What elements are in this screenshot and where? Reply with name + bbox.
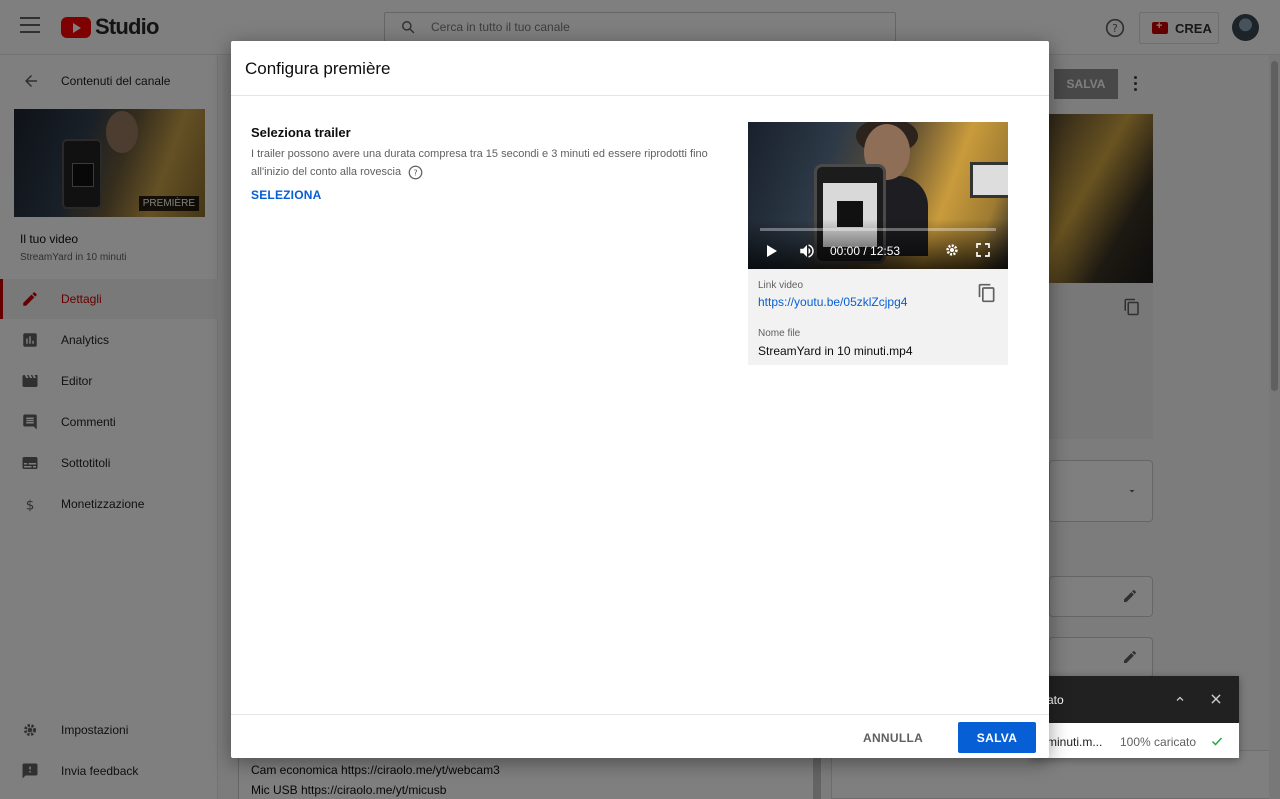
video-player[interactable]: 00:00 / 12:53 xyxy=(748,122,1008,269)
trailer-description-text: I trailer possono avere una durata compr… xyxy=(251,148,708,178)
trailer-section-title: Seleziona trailer xyxy=(251,125,351,140)
dialog-header: Configura première xyxy=(231,41,1049,96)
file-name-label: Nome file xyxy=(758,328,801,339)
file-name-value: StreamYard in 10 minuti.mp4 xyxy=(758,344,913,358)
check-icon xyxy=(1211,737,1223,746)
player-progress-bar[interactable] xyxy=(760,228,996,231)
video-frame-monitor xyxy=(970,162,1008,198)
dialog-footer: ANNULLA SALVA xyxy=(231,714,1049,758)
upload-status: 100% caricato xyxy=(1120,735,1197,749)
player-time: 00:00 / 12:53 xyxy=(830,244,901,258)
upload-panel-title: ato xyxy=(1047,693,1064,707)
cancel-button[interactable]: ANNULLA xyxy=(863,731,923,745)
trailer-section-description: I trailer possono avere una durata compr… xyxy=(251,145,721,181)
upload-panel-header: ato xyxy=(1031,676,1239,723)
settings-icon[interactable] xyxy=(944,242,960,258)
upload-file-name: minuti.m... xyxy=(1047,735,1103,749)
select-trailer-button[interactable]: SELEZIONA xyxy=(251,188,321,202)
upload-status-panel: ato minuti.m... 100% caricato xyxy=(1031,676,1239,758)
dialog-title: Configura première xyxy=(245,59,391,78)
help-icon[interactable]: ? xyxy=(408,165,423,180)
save-button[interactable]: SALVA xyxy=(958,722,1036,753)
video-link-label: Link video xyxy=(758,280,804,291)
svg-text:?: ? xyxy=(413,167,417,177)
premiere-config-dialog: Configura première Seleziona trailer I t… xyxy=(231,41,1049,758)
play-icon[interactable] xyxy=(767,245,777,257)
video-info-panel: Link video https://youtu.be/05zklZcjpg4 … xyxy=(748,269,1008,365)
volume-icon[interactable] xyxy=(798,242,816,260)
video-link[interactable]: https://youtu.be/05zklZcjpg4 xyxy=(758,295,907,309)
copy-icon[interactable] xyxy=(977,283,997,303)
chevron-up-icon[interactable] xyxy=(1174,693,1186,705)
close-icon[interactable] xyxy=(1209,692,1223,706)
fullscreen-icon[interactable] xyxy=(975,242,991,258)
